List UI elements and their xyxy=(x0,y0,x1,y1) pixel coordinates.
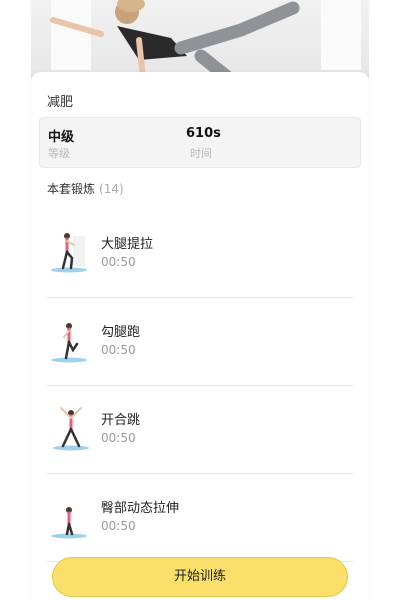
workout-stats-panel: 中级 等级 610s 时间 xyxy=(39,117,361,168)
exercise-thumbnail-icon xyxy=(51,507,87,539)
level-value: 中级 xyxy=(48,130,75,145)
start-training-button[interactable]: 开始训练 xyxy=(52,557,348,597)
hero-workout-image xyxy=(31,0,369,80)
time-label: 时间 xyxy=(190,147,212,160)
exercise-name: 大腿提拉 xyxy=(101,237,154,252)
exercise-duration: 00:50 xyxy=(101,255,136,269)
exercise-section-label: 本套锻炼 xyxy=(47,182,96,196)
exercise-name: 勾腿跑 xyxy=(101,325,141,340)
exercise-duration: 00:50 xyxy=(101,519,136,533)
exercise-thumbnail-icon xyxy=(51,233,87,273)
exercise-duration: 00:50 xyxy=(101,431,136,445)
exercise-name: 开合跳 xyxy=(101,413,141,428)
workout-illustration xyxy=(50,0,300,80)
exercise-item-thigh-lift[interactable]: 大腿提拉 00:50 xyxy=(47,210,353,298)
exercise-count: (14) xyxy=(99,182,124,196)
exercise-item-hip-stretch[interactable]: 臀部动态拉伸 00:50 xyxy=(47,474,353,562)
time-value: 610s xyxy=(186,126,221,141)
level-label: 等级 xyxy=(48,147,70,160)
exercise-thumbnail-icon xyxy=(51,323,87,363)
workout-detail-card: 减肥 中级 等级 610s 时间 本套锻炼 (14) 大腿提拉 00:50 勾腿… xyxy=(31,72,369,600)
exercise-list: 大腿提拉 00:50 勾腿跑 00:50 开合跳 00:50 臀部动态拉伸 00… xyxy=(47,210,353,562)
exercise-name: 臀部动态拉伸 xyxy=(101,501,180,516)
workout-title: 减肥 xyxy=(47,95,74,110)
exercise-item-jumping-jack[interactable]: 开合跳 00:50 xyxy=(47,386,353,474)
exercise-section-title: 本套锻炼 (14) xyxy=(47,180,124,197)
exercise-thumbnail-icon xyxy=(53,407,89,451)
exercise-item-butt-kick-run[interactable]: 勾腿跑 00:50 xyxy=(47,298,353,386)
exercise-duration: 00:50 xyxy=(101,343,136,357)
